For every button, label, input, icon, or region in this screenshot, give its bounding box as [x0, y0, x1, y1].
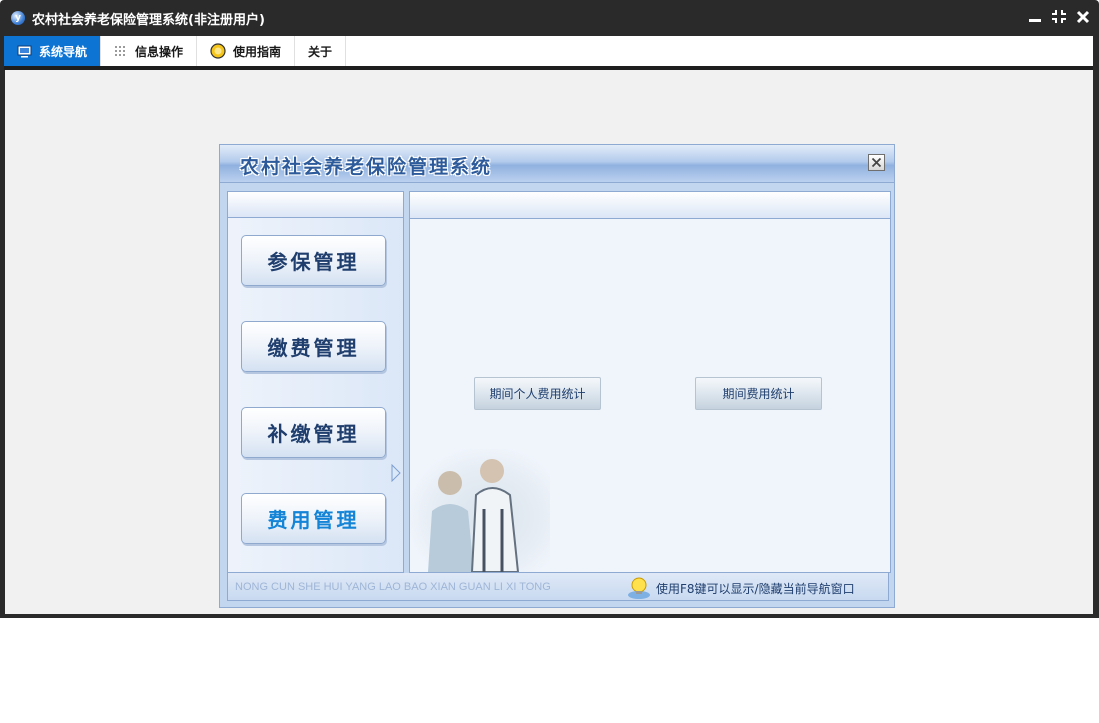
function-panel-header — [410, 192, 890, 219]
tab-info-operation[interactable]: 信息操作 — [101, 36, 198, 66]
workspace: 农村社会养老保险管理系统 参保管理 缴费管理 补缴管理 费用管理 期间个人费用统… — [5, 70, 1093, 614]
dialog-close-button[interactable] — [868, 154, 885, 171]
tab-label: 系统导航 — [39, 44, 88, 59]
tab-label: 关于 — [308, 44, 333, 59]
tab-about[interactable]: 关于 — [295, 36, 347, 66]
function-panel: 期间个人费用统计 期间费用统计 — [409, 191, 891, 573]
title-bar[interactable]: y 农村社会养老保险管理系统(非注册用户) — [0, 0, 1099, 36]
help-circle-icon — [210, 43, 226, 59]
period-personal-expense-button[interactable]: 期间个人费用统计 — [474, 377, 601, 410]
navigation-dialog: 农村社会养老保险管理系统 参保管理 缴费管理 补缴管理 费用管理 期间个人费用统… — [219, 144, 895, 608]
period-expense-button[interactable]: 期间费用统计 — [695, 377, 822, 410]
window-title: 农村社会养老保险管理系统(非注册用户) — [32, 12, 265, 28]
close-icon[interactable] — [1075, 8, 1091, 26]
tab-user-guide[interactable]: 使用指南 — [197, 36, 296, 66]
dialog-footer: NONG CUN SHE HUI YANG LAO BAO XIAN GUAN … — [227, 573, 889, 601]
grid-icon — [114, 45, 128, 58]
menu-bar: 系统导航 信息操作 使用指南 关于 — [4, 36, 1093, 66]
selected-arrow-icon — [391, 463, 401, 486]
nav-panel: 参保管理 缴费管理 补缴管理 费用管理 — [227, 191, 404, 573]
footer-pinyin: NONG CUN SHE HUI YANG LAO BAO XIAN GUAN … — [235, 581, 551, 593]
monitor-icon — [17, 45, 32, 58]
restore-icon[interactable] — [1051, 8, 1067, 26]
enrollment-management-button[interactable]: 参保管理 — [241, 235, 386, 286]
tab-label: 信息操作 — [135, 44, 184, 59]
payment-management-button[interactable]: 缴费管理 — [241, 321, 386, 372]
lightbulb-icon — [626, 576, 652, 604]
minimize-icon[interactable] — [1027, 8, 1043, 26]
close-icon — [871, 157, 882, 168]
tab-system-navigation[interactable]: 系统导航 — [4, 36, 102, 66]
expense-management-button[interactable]: 费用管理 — [241, 493, 386, 544]
tab-label: 使用指南 — [233, 44, 282, 59]
nav-panel-header — [228, 192, 403, 218]
app-logo-icon: y — [11, 11, 25, 25]
window-controls — [1027, 8, 1091, 26]
elderly-couple-image — [410, 449, 550, 573]
f8-hint-text: 使用F8键可以显示/隐藏当前导航窗口 — [656, 582, 855, 596]
app-window: y 农村社会养老保险管理系统(非注册用户) 系统导航 信息操作 使用指南 关于 … — [0, 0, 1099, 618]
dialog-header[interactable]: 农村社会养老保险管理系统 — [220, 145, 894, 183]
dialog-title: 农村社会养老保险管理系统 — [240, 156, 493, 178]
supplementary-payment-button[interactable]: 补缴管理 — [241, 407, 386, 458]
